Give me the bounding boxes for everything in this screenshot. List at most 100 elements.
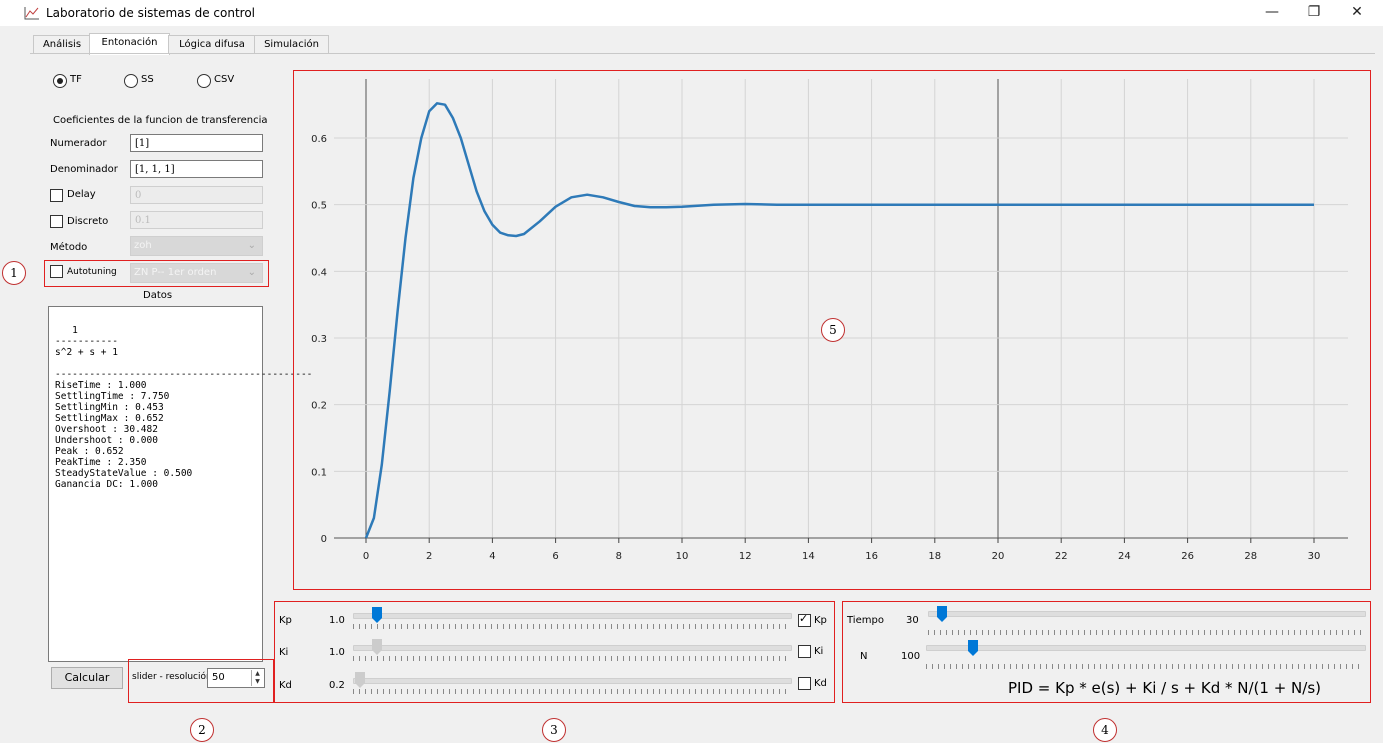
y-tick-label: 0 — [321, 534, 327, 545]
x-tick-label: 28 — [1244, 551, 1257, 562]
kp-slider-handle[interactable] — [372, 607, 382, 623]
kd-checkbox-label: Kd — [814, 678, 827, 689]
marker-1: 1 — [2, 261, 26, 285]
x-tick-label: 26 — [1181, 551, 1194, 562]
tab-analisis[interactable]: Análisis — [33, 35, 91, 54]
n-label: N — [860, 651, 868, 662]
y-tick-label: 0.5 — [311, 201, 327, 212]
x-tick-label: 2 — [426, 551, 432, 562]
kd-value: 0.2 — [329, 680, 345, 691]
y-tick-label: 0.4 — [311, 267, 327, 278]
radio-ss[interactable] — [124, 74, 138, 88]
tiempo-value: 30 — [906, 615, 919, 626]
n-slider-track[interactable] — [926, 645, 1366, 651]
autotuning-value: ZN P-- 1er orden — [134, 267, 217, 278]
x-tick-label: 6 — [552, 551, 558, 562]
tiempo-label: Tiempo — [847, 615, 884, 626]
ki-checkbox-label: Ki — [814, 646, 824, 657]
metodo-value: zoh — [134, 240, 152, 251]
x-tick-label: 8 — [616, 551, 622, 562]
autotuning-label: Autotuning — [67, 267, 117, 277]
ki-slider-ticks — [353, 656, 790, 661]
autotuning-dropdown[interactable]: ZN P-- 1er orden ⌄ — [130, 263, 263, 283]
n-value: 100 — [901, 651, 921, 662]
tiempo-slider-handle[interactable] — [937, 606, 947, 622]
x-tick-label: 10 — [676, 551, 689, 562]
x-tick-label: 4 — [489, 551, 495, 562]
numerador-label: Numerador — [50, 138, 107, 149]
radio-tf[interactable] — [53, 74, 67, 88]
ki-label: Ki — [279, 647, 289, 658]
metodo-label: Método — [50, 242, 88, 253]
y-tick-label: 0.6 — [311, 134, 327, 145]
pid-formula: PID = Kp * e(s) + Ki / s + Kd * N/(1 + N… — [1008, 679, 1321, 697]
discreto-field[interactable]: 0.1 — [130, 211, 263, 229]
numerador-field[interactable]: [1] — [130, 134, 263, 152]
tf-heading: Coeficientes de la funcion de transferen… — [53, 115, 268, 126]
kp-checkbox-label: Kp — [814, 615, 827, 626]
datos-heading: Datos — [143, 290, 173, 301]
metodo-dropdown[interactable]: zoh ⌄ — [130, 236, 263, 256]
x-tick-label: 12 — [739, 551, 752, 562]
radio-ss-label: SS — [141, 74, 154, 85]
tab-entonacion[interactable]: Entonación — [89, 33, 170, 55]
tiempo-slider-ticks — [928, 630, 1364, 635]
app-icon — [24, 7, 39, 20]
spinbox-arrows-icon[interactable]: ▲ ▼ — [251, 670, 263, 686]
delay-checkbox[interactable] — [50, 189, 63, 202]
kp-label: Kp — [279, 615, 292, 626]
y-tick-label: 0.3 — [311, 334, 327, 345]
y-tick-label: 0.1 — [311, 467, 327, 478]
denominador-label: Denominador — [50, 164, 118, 175]
radio-csv[interactable] — [197, 74, 211, 88]
discreto-label: Discreto — [67, 216, 109, 227]
discreto-checkbox[interactable] — [50, 215, 63, 228]
close-button[interactable]: ✕ — [1345, 2, 1369, 22]
marker-3: 3 — [542, 718, 566, 742]
datos-textarea[interactable]: 1 ----------- s^2 + s + 1 --------------… — [48, 306, 312, 662]
delay-label: Delay — [67, 189, 96, 200]
x-tick-label: 22 — [1055, 551, 1068, 562]
n-slider-ticks — [926, 664, 1364, 669]
chevron-down-icon: ⌄ — [247, 267, 256, 278]
kp-slider-track[interactable] — [353, 613, 792, 619]
tab-divider — [30, 53, 1375, 54]
x-tick-label: 18 — [928, 551, 941, 562]
marker-2: 2 — [190, 718, 214, 742]
kp-value: 1.0 — [329, 615, 345, 626]
x-tick-label: 20 — [992, 551, 1005, 562]
radio-csv-label: CSV — [214, 74, 235, 85]
slider-resolucion-value: 50 — [212, 672, 225, 683]
n-slider-handle[interactable] — [968, 640, 978, 656]
slider-resolucion-spinbox[interactable]: 50 ▲ ▼ — [207, 668, 265, 688]
kp-slider-ticks — [353, 624, 790, 629]
x-tick-label: 16 — [865, 551, 878, 562]
x-tick-label: 30 — [1308, 551, 1321, 562]
delay-field[interactable]: 0 — [130, 186, 263, 204]
kd-slider-handle[interactable] — [355, 672, 365, 688]
kd-slider-track[interactable] — [353, 678, 792, 684]
autotuning-checkbox[interactable] — [50, 265, 63, 278]
calcular-button[interactable]: Calcular — [51, 667, 123, 689]
kd-checkbox[interactable] — [798, 677, 811, 690]
restore-button[interactable]: ❐ — [1302, 2, 1326, 22]
ki-value: 1.0 — [329, 647, 345, 658]
radio-tf-label: TF — [70, 74, 82, 85]
window-title: Laboratorio de sistemas de control — [46, 6, 256, 20]
ki-slider-track[interactable] — [353, 645, 792, 651]
kd-slider-ticks — [353, 689, 790, 694]
ki-checkbox[interactable] — [798, 645, 811, 658]
denominador-field[interactable]: [1, 1, 1] — [130, 160, 263, 178]
kd-label: Kd — [279, 680, 292, 691]
slider-resolucion-label: slider - resolución — [132, 672, 212, 682]
y-tick-label: 0.2 — [311, 401, 327, 412]
kp-checkbox[interactable]: ✓ — [798, 612, 811, 627]
ki-slider-handle[interactable] — [372, 639, 382, 655]
minimize-button[interactable]: — — [1260, 2, 1284, 22]
chevron-down-icon: ⌄ — [247, 240, 256, 251]
x-tick-label: 0 — [363, 551, 369, 562]
tiempo-slider-track[interactable] — [928, 611, 1366, 617]
tab-logica-difusa[interactable]: Lógica difusa — [168, 35, 256, 54]
marker-4: 4 — [1093, 718, 1117, 742]
tab-simulacion[interactable]: Simulación — [254, 35, 329, 54]
